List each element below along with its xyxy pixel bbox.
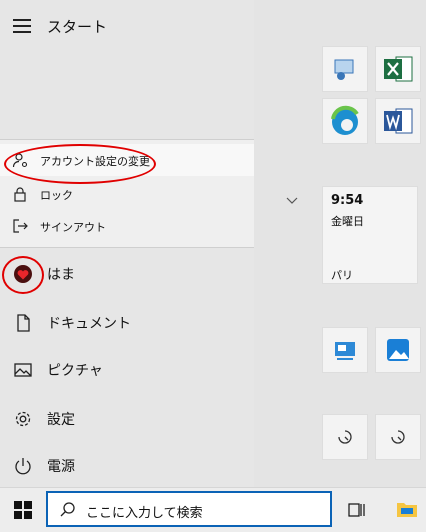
start-title: スタート bbox=[47, 18, 108, 36]
user-heart-icon bbox=[14, 265, 32, 283]
lock-icon bbox=[14, 187, 26, 202]
remote-desktop-icon bbox=[334, 59, 354, 80]
lock-label: ロック bbox=[40, 189, 73, 202]
pc-info-tile[interactable] bbox=[322, 327, 368, 373]
calendar-city: パリ bbox=[331, 269, 353, 282]
change-account-settings-item[interactable]: アカウント設定の変更 bbox=[0, 144, 254, 176]
taskbar-search-box[interactable]: ここに入力して検索 bbox=[46, 491, 332, 527]
calendar-day: 金曜日 bbox=[331, 215, 364, 228]
task-view-icon[interactable] bbox=[347, 501, 367, 519]
nav-item-user-label: はま bbox=[47, 267, 75, 283]
start-header: スタート bbox=[0, 0, 254, 54]
photos-icon bbox=[387, 339, 409, 361]
start-menu-left-pane: スタート アカウント設定の変更 ロック サインアウト はま ドキュメント ピクチ… bbox=[0, 0, 254, 487]
loading-tile-1[interactable] bbox=[322, 414, 368, 460]
nav-item-settings-label: 設定 bbox=[47, 412, 75, 428]
change-account-settings-label: アカウント設定の変更 bbox=[40, 155, 150, 168]
word-tile[interactable] bbox=[375, 98, 421, 144]
nav-item-power[interactable]: 電源 bbox=[0, 443, 254, 489]
windows-start-icon[interactable] bbox=[14, 501, 32, 519]
loading-tile-2[interactable] bbox=[375, 414, 421, 460]
hamburger-menu-icon[interactable] bbox=[13, 19, 31, 33]
account-flyout: アカウント設定の変更 ロック サインアウト bbox=[0, 139, 254, 248]
remote-desktop-tile[interactable] bbox=[322, 46, 368, 92]
gear-icon bbox=[15, 411, 31, 427]
nav-item-documents[interactable]: ドキュメント bbox=[0, 300, 254, 346]
power-icon bbox=[15, 458, 31, 475]
picture-icon bbox=[14, 363, 32, 377]
search-icon bbox=[60, 502, 75, 517]
chevron-down-icon[interactable] bbox=[286, 197, 298, 205]
nav-item-user[interactable]: はま bbox=[0, 251, 254, 297]
edge-tile[interactable] bbox=[322, 98, 368, 144]
excel-tile[interactable] bbox=[375, 46, 421, 92]
taskbar: ここに入力して検索 bbox=[0, 487, 426, 532]
document-icon bbox=[17, 314, 30, 332]
nav-item-pictures[interactable]: ピクチャ bbox=[0, 347, 254, 393]
loading-icon bbox=[338, 430, 352, 444]
calendar-tile[interactable]: 9:54 金曜日 パリ bbox=[322, 186, 418, 284]
nav-item-power-label: 電源 bbox=[47, 459, 75, 475]
lock-item[interactable]: ロック bbox=[0, 178, 254, 210]
sign-out-icon bbox=[13, 219, 28, 233]
search-placeholder: ここに入力して検索 bbox=[86, 506, 203, 521]
nav-item-documents-label: ドキュメント bbox=[47, 316, 131, 332]
excel-icon bbox=[384, 56, 413, 82]
sign-out-label: サインアウト bbox=[40, 221, 106, 234]
sign-out-item[interactable]: サインアウト bbox=[0, 210, 254, 242]
system-info-icon bbox=[335, 342, 355, 360]
file-explorer-icon[interactable] bbox=[396, 499, 418, 519]
calendar-time: 9:54 bbox=[331, 193, 364, 208]
person-settings-icon bbox=[12, 153, 28, 168]
photos-tile[interactable] bbox=[375, 327, 421, 373]
edge-icon bbox=[331, 105, 359, 135]
loading-icon bbox=[391, 430, 405, 444]
nav-item-settings[interactable]: 設定 bbox=[0, 396, 254, 442]
nav-item-pictures-label: ピクチャ bbox=[47, 363, 103, 379]
word-icon bbox=[384, 108, 413, 134]
